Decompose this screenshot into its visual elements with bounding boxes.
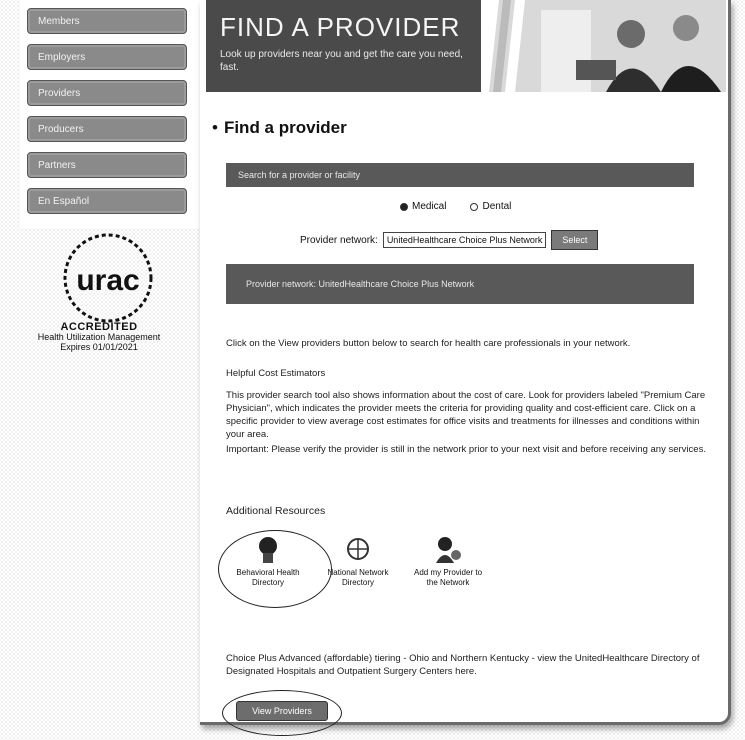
radio-selected-icon[interactable] (400, 202, 408, 211)
banner-title: FIND A PROVIDER (220, 12, 461, 42)
hand-drawn-circle (218, 530, 332, 608)
urac-line2: Expires 01/01/2021 (60, 342, 138, 352)
urac-seal: urac (63, 233, 153, 323)
urac-line1: Health Utilization Management (37, 332, 161, 342)
person-add-icon (436, 537, 461, 563)
body-text: This provider search tool also shows inf… (226, 390, 706, 440)
important-text: Important: Please verify the provider is… (226, 444, 706, 455)
radio-unselected-icon[interactable] (470, 202, 479, 211)
radio-dental-label: Dental (482, 201, 512, 212)
footer-text: Choice Plus Advanced (affordable) tierin… (226, 653, 700, 677)
nav-members[interactable]: Members (27, 8, 187, 34)
search-header-label: Search for a provider or facility (238, 170, 361, 180)
network-result-bar: Provider network: UnitedHealthcare Choic… (226, 264, 694, 304)
page-heading: • Find a provider (212, 118, 347, 138)
main-content: FIND A PROVIDER Look up providers near y… (200, 0, 731, 736)
resource-add-provider[interactable]: Add my Provider to the Network (408, 535, 488, 588)
nav-producers[interactable]: Producers (27, 116, 187, 142)
nav-partners[interactable]: Partners (27, 152, 187, 178)
urac-accreditation: ACCREDITED Health Utilization Management… (14, 321, 184, 353)
urac-accredited-label: ACCREDITED (60, 321, 138, 333)
network-row: Provider network: UnitedHealthcare Choic… (300, 230, 599, 250)
network-select[interactable]: UnitedHealthcare Choice Plus Network (382, 232, 547, 248)
resources-title: Additional Resources (226, 505, 326, 517)
page-title: Find a provider (223, 118, 347, 137)
provider-type-radios: Medical Dental (400, 201, 511, 212)
radio-medical[interactable]: Medical (400, 201, 446, 212)
banner-subtitle: Look up providers near you and get the c… (220, 49, 463, 73)
intro-text: Click on the View providers button below… (226, 338, 631, 349)
radio-medical-label: Medical (412, 201, 447, 212)
select-network-button[interactable]: Select (551, 230, 599, 250)
helpful-title: Helpful Cost Estimators (226, 368, 326, 379)
globe-network-icon (347, 538, 369, 560)
banner: FIND A PROVIDER Look up providers near y… (206, 0, 726, 92)
network-label: Provider network: (300, 234, 378, 246)
network-result-label: Provider network: UnitedHealthcare Choic… (246, 279, 475, 289)
nav-providers[interactable]: Providers (27, 80, 187, 106)
radio-dental[interactable]: Dental (470, 201, 511, 212)
resource-add-label: Add my Provider to the Network (413, 568, 483, 587)
nav-en-espanol[interactable]: En Español (27, 188, 187, 214)
nav-employers[interactable]: Employers (27, 44, 187, 70)
urac-logo-text: urac (76, 264, 139, 297)
search-header-bar: Search for a provider or facility (226, 163, 694, 187)
hand-drawn-circle-button (222, 690, 342, 736)
banner-photo (481, 0, 726, 92)
heading-bullet-icon: • (212, 118, 218, 137)
